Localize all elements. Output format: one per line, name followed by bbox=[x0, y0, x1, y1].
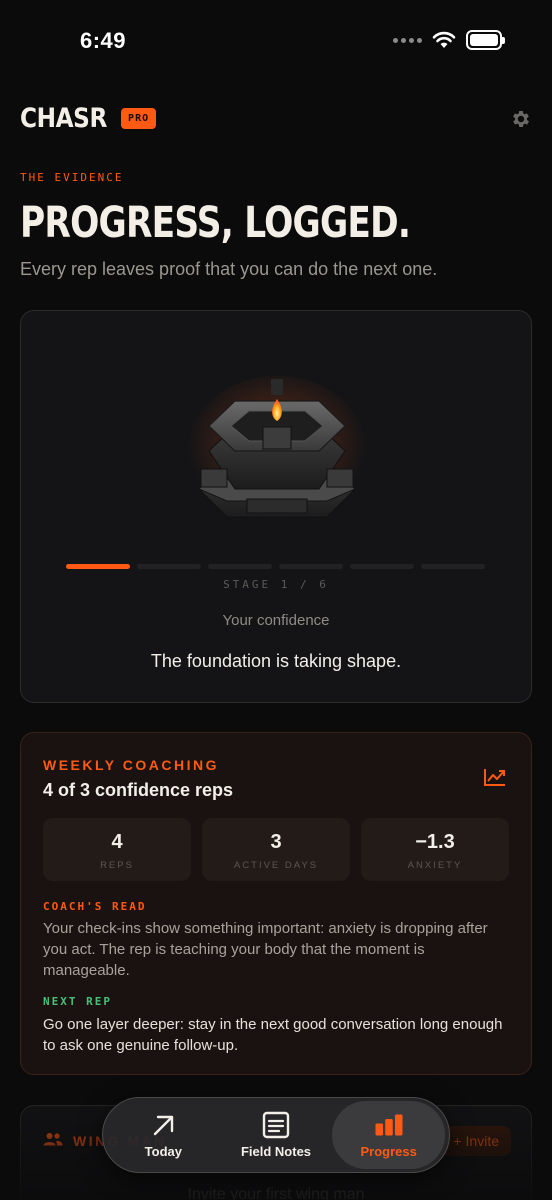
stat-label: ANXIETY bbox=[407, 860, 463, 871]
coaching-stats: 4 REPS 3 ACTIVE DAYS −1.3 ANXIETY bbox=[43, 818, 509, 881]
coaching-title: 4 of 3 confidence reps bbox=[43, 780, 234, 800]
stat-value: 3 bbox=[270, 831, 282, 853]
tab-label: Today bbox=[144, 1144, 182, 1159]
stat-label: REPS bbox=[100, 860, 134, 871]
tab-today[interactable]: Today bbox=[107, 1101, 220, 1169]
bar-chart-icon bbox=[375, 1114, 403, 1136]
confidence-caption: Your confidence bbox=[222, 612, 330, 629]
next-rep-text: Go one layer deeper: stay in the next go… bbox=[43, 1016, 503, 1054]
brand-logo: CHASR bbox=[20, 103, 107, 134]
tab-label: Progress bbox=[360, 1144, 417, 1159]
coach-read-label: COACH'S READ bbox=[43, 900, 147, 913]
stage-segment bbox=[66, 564, 130, 569]
confidence-stage-card: STAGE 1 / 6 Your confidence The foundati… bbox=[20, 310, 532, 703]
stat-active-days: 3 ACTIVE DAYS bbox=[202, 818, 350, 881]
stage-progress bbox=[66, 564, 485, 569]
stage-segment bbox=[350, 564, 414, 569]
arrow-up-right-icon bbox=[154, 1115, 174, 1136]
stage-segment bbox=[208, 564, 272, 569]
stat-anxiety: −1.3 ANXIETY bbox=[361, 818, 509, 881]
stage-segment bbox=[279, 564, 343, 569]
coach-read-text: Your check-ins show something important:… bbox=[43, 920, 488, 979]
wifi-icon bbox=[432, 31, 456, 48]
tab-field-notes[interactable]: Field Notes bbox=[220, 1101, 333, 1169]
gear-icon[interactable] bbox=[510, 108, 532, 130]
tab-progress[interactable]: Progress bbox=[332, 1101, 446, 1169]
status-bar: 6:49 bbox=[0, 0, 552, 80]
stat-reps: 4 REPS bbox=[43, 818, 191, 881]
tab-label: Field Notes bbox=[240, 1144, 312, 1159]
notes-icon bbox=[262, 1111, 290, 1139]
plus-icon: + bbox=[453, 1133, 462, 1149]
people-icon bbox=[43, 1133, 63, 1146]
page-subtitle: Every rep leaves proof that you can do t… bbox=[20, 259, 438, 279]
page-title: PROGRESS, LOGGED. bbox=[20, 198, 411, 248]
brand: CHASR PRO bbox=[20, 103, 157, 134]
stage-segment bbox=[421, 564, 485, 569]
next-rep-label: NEXT REP bbox=[43, 995, 112, 1008]
stat-value: −1.3 bbox=[415, 831, 455, 853]
coaching-eyebrow: WEEKLY COACHING bbox=[43, 757, 219, 773]
status-time: 6:49 bbox=[80, 28, 127, 53]
weekly-coaching-card[interactable]: WEEKLY COACHING 4 of 3 confidence reps 4… bbox=[20, 732, 532, 1075]
tab-bar: Today Field Notes Progress bbox=[102, 1097, 450, 1173]
stat-value: 4 bbox=[111, 831, 123, 853]
status-icons bbox=[393, 30, 505, 50]
signal-dots-icon bbox=[393, 37, 422, 43]
pro-badge: PRO bbox=[121, 108, 157, 129]
invite-label: Invite bbox=[465, 1133, 499, 1149]
stage-segment bbox=[137, 564, 201, 569]
confidence-message: The foundation is taking shape. bbox=[150, 651, 402, 671]
invite-button[interactable]: + Invite bbox=[441, 1126, 511, 1156]
stat-label: ACTIVE DAYS bbox=[233, 860, 319, 871]
stage-label: STAGE 1 / 6 bbox=[223, 578, 329, 591]
altar-illustration bbox=[187, 376, 367, 526]
wing-man-empty-text: Invite your first wing man bbox=[187, 1186, 365, 1200]
section-eyebrow: THE EVIDENCE bbox=[20, 171, 124, 184]
battery-icon bbox=[466, 30, 505, 50]
trend-up-icon bbox=[484, 769, 505, 786]
